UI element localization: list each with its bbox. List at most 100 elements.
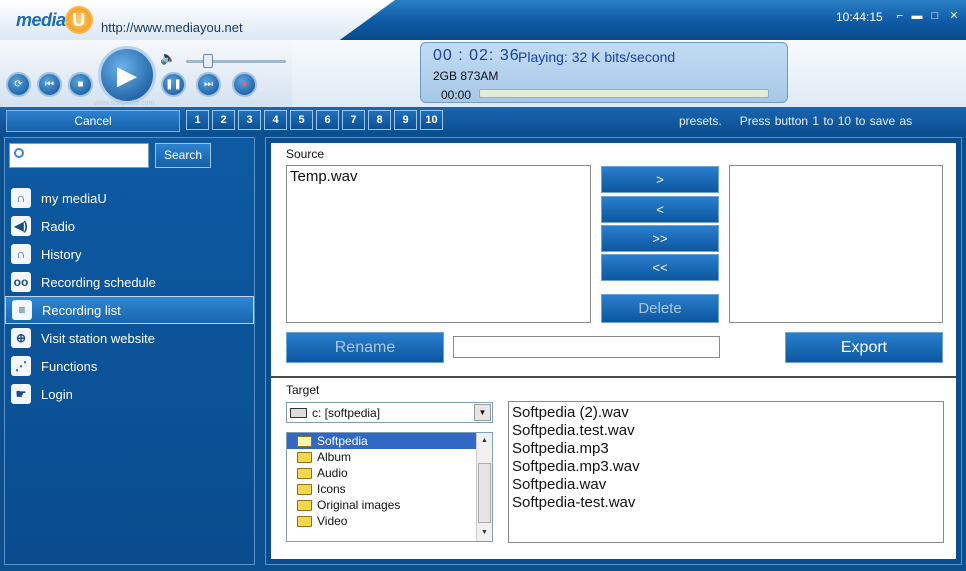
chevron-down-icon[interactable]: ▼ bbox=[474, 404, 491, 421]
list-icon: ≡ bbox=[12, 300, 32, 320]
search-button[interactable]: Search bbox=[155, 143, 211, 168]
minimize-icon[interactable]: ▬ bbox=[910, 9, 924, 23]
list-item[interactable]: Softpedia (2).wav bbox=[512, 404, 940, 422]
sidebar-item-label: Login bbox=[41, 386, 73, 402]
preset-button-10[interactable]: 10 bbox=[420, 110, 443, 130]
sidebar-item-recording-schedule[interactable]: oo Recording schedule bbox=[5, 268, 254, 296]
preset-buttons: 1 2 3 4 5 6 7 8 9 10 bbox=[186, 110, 443, 130]
title-bar: media U http://www.mediayou.net 10:44:15 … bbox=[0, 0, 966, 40]
volume-slider-thumb[interactable] bbox=[203, 54, 213, 68]
destination-list[interactable] bbox=[729, 165, 943, 323]
preset-button-6[interactable]: 6 bbox=[316, 110, 339, 130]
folder-item-album[interactable]: Album bbox=[287, 449, 492, 465]
position-time: 00:00 bbox=[441, 88, 472, 102]
preset-button-4[interactable]: 4 bbox=[264, 110, 287, 130]
maximize-icon[interactable]: □ bbox=[928, 9, 942, 23]
move-all-left-button[interactable]: << bbox=[601, 254, 719, 281]
rename-input[interactable] bbox=[453, 336, 720, 358]
speaker-icon: ◀) bbox=[11, 216, 31, 236]
list-item[interactable]: Softpedia.wav bbox=[512, 476, 940, 494]
preset-button-7[interactable]: 7 bbox=[342, 110, 365, 130]
folder-tree[interactable]: Softpedia Album Audio Icons Original ima… bbox=[286, 432, 493, 542]
sidebar: Search ∩ my mediaU ◀) Radio ∩ History oo… bbox=[4, 137, 255, 565]
source-file-list[interactable]: Temp.wav bbox=[286, 165, 591, 323]
folder-icon bbox=[297, 499, 312, 511]
cancel-button[interactable]: Cancel bbox=[6, 110, 180, 132]
previous-button[interactable]: ⏮ bbox=[37, 72, 62, 97]
search-input[interactable] bbox=[9, 143, 149, 168]
repeat-button[interactable]: ⟳ bbox=[6, 72, 31, 97]
playing-status: Playing: 32 K bits/second bbox=[518, 49, 676, 65]
move-right-button[interactable]: > bbox=[601, 166, 719, 193]
app-logo: media U bbox=[16, 8, 91, 32]
sidebar-item-login[interactable]: ☛ Login bbox=[5, 380, 254, 408]
preset-button-8[interactable]: 8 bbox=[368, 110, 391, 130]
scroll-down-icon[interactable]: ▼ bbox=[477, 525, 492, 541]
preset-bar: Cancel 1 2 3 4 5 6 7 8 9 10 presets. Pres… bbox=[0, 107, 966, 135]
recording-list-content: Source Temp.wav > < >> << Delete Rename … bbox=[271, 143, 956, 559]
main-panel: Source Temp.wav > < >> << Delete Rename … bbox=[265, 137, 962, 565]
folder-icon bbox=[297, 515, 312, 527]
tape-icon: oo bbox=[11, 272, 31, 292]
settings-icon[interactable]: ⌐ bbox=[893, 9, 907, 23]
section-divider bbox=[271, 376, 956, 378]
sidebar-item-label: Radio bbox=[41, 218, 75, 234]
sidebar-item-my-mediau[interactable]: ∩ my mediaU bbox=[5, 184, 254, 212]
watermark: www.softpedia.com bbox=[94, 100, 155, 107]
folder-item-icons[interactable]: Icons bbox=[287, 481, 492, 497]
rename-button[interactable]: Rename bbox=[286, 332, 444, 363]
login-icon: ☛ bbox=[11, 384, 31, 404]
position-slider[interactable] bbox=[479, 89, 769, 98]
preset-button-2[interactable]: 2 bbox=[212, 110, 235, 130]
sidebar-item-visit-station-website[interactable]: ⊕ Visit station website bbox=[5, 324, 254, 352]
list-item[interactable]: Softpedia.mp3.wav bbox=[512, 458, 940, 476]
preset-button-3[interactable]: 3 bbox=[238, 110, 261, 130]
globe-icon: ⊕ bbox=[11, 328, 31, 348]
scrollbar-thumb[interactable] bbox=[478, 463, 491, 523]
move-left-button[interactable]: < bbox=[601, 196, 719, 223]
sidebar-item-label: Recording list bbox=[42, 302, 121, 318]
search-icon bbox=[14, 148, 24, 158]
preset-button-5[interactable]: 5 bbox=[290, 110, 313, 130]
sidebar-item-label: Recording schedule bbox=[41, 274, 156, 290]
list-item[interactable]: Temp.wav bbox=[290, 168, 587, 186]
scroll-up-icon[interactable]: ▲ bbox=[477, 433, 492, 449]
folder-item-audio[interactable]: Audio bbox=[287, 465, 492, 481]
stop-button[interactable]: ■ bbox=[68, 72, 93, 97]
volume-icon[interactable]: 🔈 bbox=[160, 50, 176, 66]
list-item[interactable]: Softpedia-test.wav bbox=[512, 494, 940, 512]
drive-select[interactable]: c: [softpedia] ▼ bbox=[286, 402, 493, 423]
next-button[interactable]: ⏭ bbox=[196, 72, 221, 97]
move-all-right-button[interactable]: >> bbox=[601, 225, 719, 252]
list-item[interactable]: Softpedia.mp3 bbox=[512, 440, 940, 458]
status-panel: 00 : 02: 36 Playing: 32 K bits/second 2G… bbox=[420, 42, 788, 103]
website-url[interactable]: http://www.mediayou.net bbox=[101, 20, 243, 35]
delete-button[interactable]: Delete bbox=[601, 294, 719, 323]
folder-icon bbox=[297, 451, 312, 463]
volume-slider[interactable] bbox=[186, 60, 286, 63]
preset-button-9[interactable]: 9 bbox=[394, 110, 417, 130]
play-button[interactable]: ▶ bbox=[98, 46, 156, 104]
list-item[interactable]: Softpedia.test.wav bbox=[512, 422, 940, 440]
folder-item-softpedia[interactable]: Softpedia bbox=[287, 433, 492, 449]
history-icon: ∩ bbox=[11, 244, 31, 264]
pause-button[interactable]: ❚❚ bbox=[161, 72, 186, 97]
export-button[interactable]: Export bbox=[785, 332, 943, 363]
folder-icon bbox=[297, 483, 312, 495]
sidebar-item-functions[interactable]: ⋰ Functions bbox=[5, 352, 254, 380]
sidebar-item-radio[interactable]: ◀) Radio bbox=[5, 212, 254, 240]
sidebar-item-recording-list[interactable]: ≡ Recording list bbox=[5, 296, 254, 324]
functions-icon: ⋰ bbox=[11, 356, 31, 376]
target-file-list[interactable]: Softpedia (2).wav Softpedia.test.wav Sof… bbox=[508, 401, 944, 543]
folder-tree-scrollbar[interactable]: ▲ ▼ bbox=[476, 433, 492, 541]
folder-icon bbox=[297, 467, 312, 479]
sidebar-item-label: Functions bbox=[41, 358, 98, 374]
sidebar-nav: ∩ my mediaU ◀) Radio ∩ History oo Record… bbox=[5, 184, 254, 408]
record-button[interactable]: ● bbox=[232, 72, 257, 97]
folder-item-video[interactable]: Video bbox=[287, 513, 492, 529]
folder-item-original-images[interactable]: Original images bbox=[287, 497, 492, 513]
preset-button-1[interactable]: 1 bbox=[186, 110, 209, 130]
elapsed-time: 00 : 02: 36 bbox=[433, 47, 520, 64]
close-icon[interactable]: ✕ bbox=[947, 9, 961, 23]
sidebar-item-history[interactable]: ∩ History bbox=[5, 240, 254, 268]
